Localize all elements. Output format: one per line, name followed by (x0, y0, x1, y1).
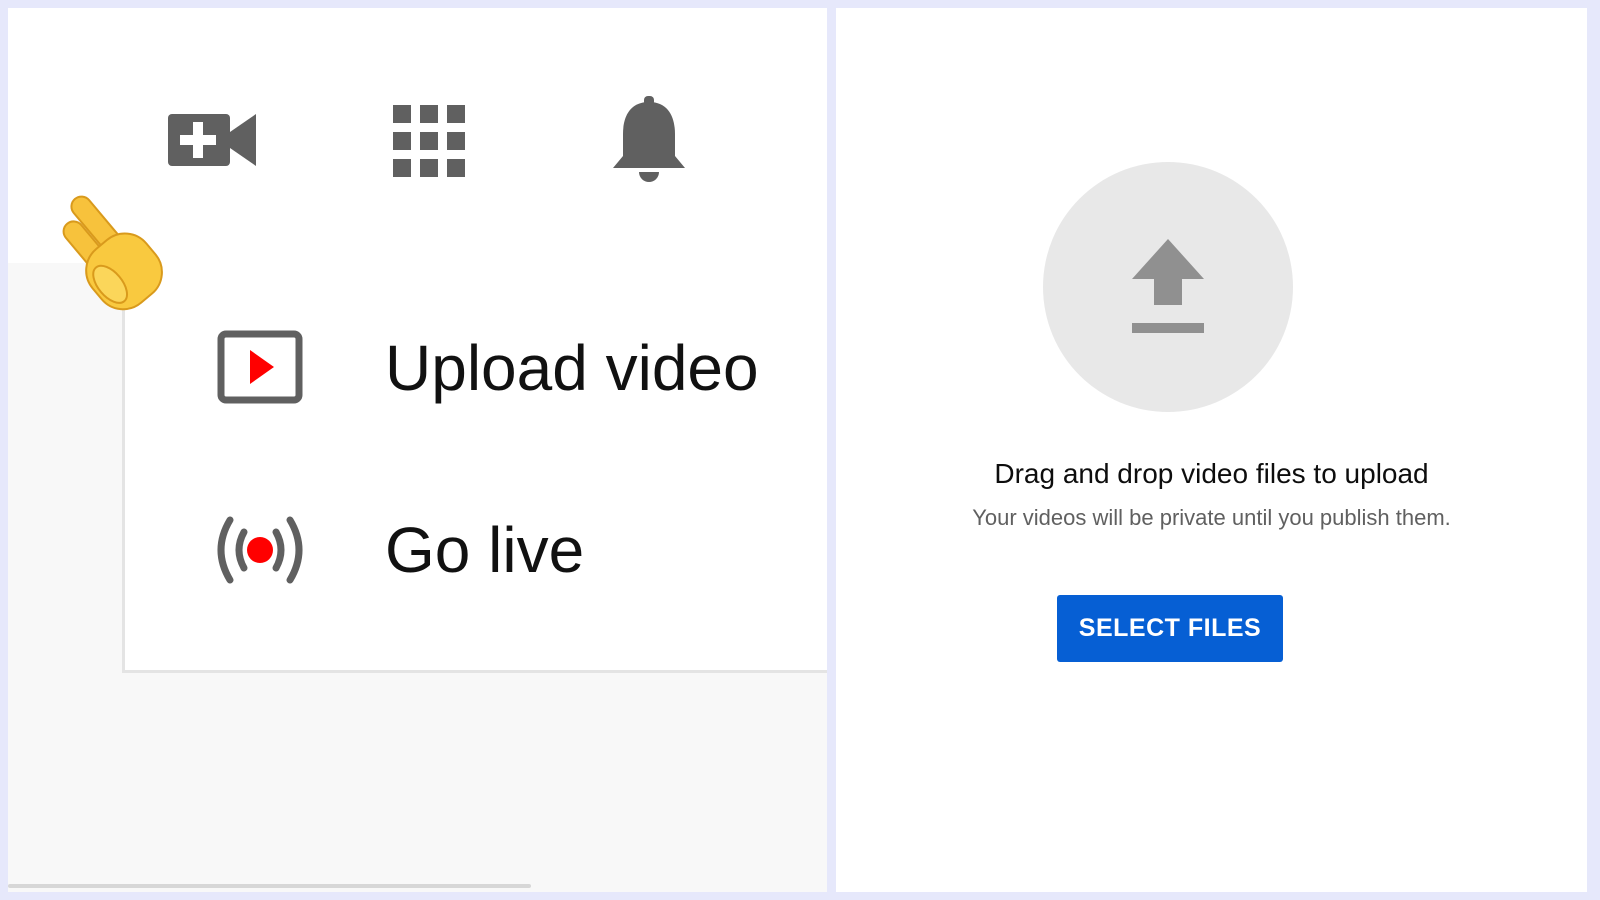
upload-video-icon (205, 323, 315, 413)
horizontal-scrollbar[interactable] (8, 884, 531, 888)
go-live-icon (205, 505, 315, 595)
video-camera-plus-icon (168, 114, 256, 166)
pointing-hand-icon (54, 176, 184, 321)
notifications-bell-icon (613, 96, 685, 182)
go-live-menu-item[interactable]: Go live (125, 475, 827, 625)
privacy-note: Your videos will be private until you pu… (972, 505, 1451, 530)
drag-drop-title: Drag and drop video files to upload (994, 458, 1429, 489)
notifications-button[interactable] (606, 92, 692, 192)
go-live-label: Go live (385, 514, 585, 586)
upload-video-menu-item[interactable]: Upload video (125, 293, 827, 443)
upload-dialog: Drag and drop video files to upload Your… (836, 8, 1587, 892)
create-dropdown-menu: Upload video Go live (122, 263, 827, 673)
apps-button[interactable] (388, 100, 470, 182)
apps-grid-icon (393, 105, 465, 177)
create-button[interactable] (166, 100, 258, 180)
select-files-button[interactable]: SELECT FILES (1057, 595, 1283, 662)
upload-video-label: Upload video (385, 332, 759, 404)
upload-drop-zone[interactable] (1043, 162, 1293, 412)
upload-arrow-icon (1132, 239, 1204, 333)
youtube-header-panel: Upload video Go live (8, 8, 827, 892)
